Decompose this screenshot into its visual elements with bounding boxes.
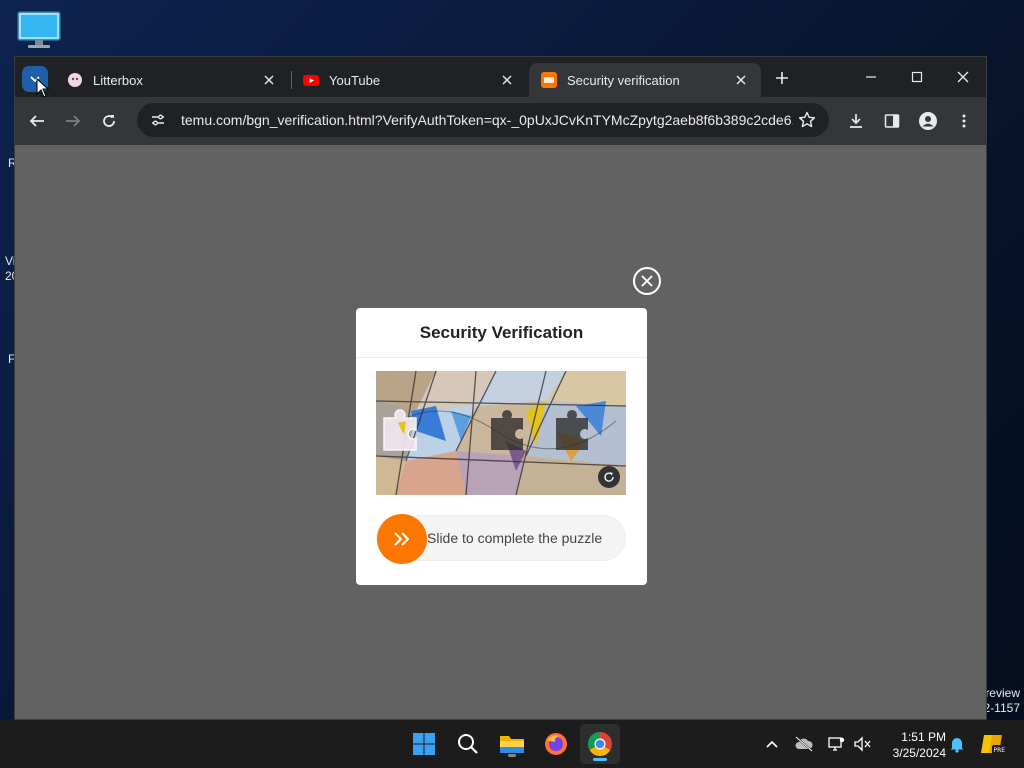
browser-toolbar: temu.com/bgn_verification.html?VerifyAut…	[15, 97, 986, 145]
search-icon	[458, 734, 478, 754]
url-text: temu.com/bgn_verification.html?VerifyAut…	[181, 112, 793, 128]
puzzle-slider[interactable]: Slide to complete the puzzle	[376, 514, 626, 564]
network-tray-button[interactable]	[826, 734, 846, 754]
temu-favicon	[541, 72, 557, 88]
close-tab-icon[interactable]	[261, 72, 277, 88]
litterbox-favicon	[67, 72, 83, 88]
maximize-button[interactable]	[897, 63, 937, 91]
downloads-button[interactable]	[842, 107, 870, 135]
system-clock[interactable]: 1:51 PM 3/25/2024	[880, 729, 946, 761]
tab-title: YouTube	[329, 72, 381, 88]
copilot-pre-icon: PRE	[981, 735, 1006, 754]
profile-icon	[919, 112, 937, 130]
site-info-icon[interactable]	[147, 109, 169, 131]
windows-start-icon	[413, 733, 435, 755]
youtube-favicon	[303, 72, 319, 88]
tab-strip: Litterbox YouTube Security verification	[15, 57, 986, 97]
side-panel-icon	[884, 114, 900, 128]
close-tab-icon[interactable]	[733, 72, 749, 88]
new-tab-button[interactable]	[771, 67, 793, 89]
watermark-line: 2-1157	[983, 701, 1020, 715]
maximize-icon	[911, 71, 923, 83]
tab-title: Security verification	[567, 72, 680, 88]
address-bar[interactable]: temu.com/bgn_verification.html?VerifyAut…	[137, 103, 829, 137]
mouse-cursor-icon	[36, 78, 50, 98]
running-indicator	[508, 754, 516, 757]
chrome-button[interactable]	[580, 724, 620, 764]
cloud-off-icon	[795, 736, 813, 752]
clock-date: 3/25/2024	[892, 746, 946, 760]
minimize-icon	[866, 76, 876, 78]
close-window-button[interactable]	[943, 63, 983, 91]
active-indicator	[593, 758, 607, 761]
volume-muted-icon	[854, 736, 871, 752]
refresh-icon	[604, 472, 614, 482]
search-button[interactable]	[452, 728, 484, 760]
svg-text:PRE: PRE	[994, 747, 1006, 754]
page-content: Security Verification Slide to complete …	[15, 145, 986, 719]
bell-icon	[950, 738, 964, 753]
this-pc-desktop-icon[interactable]	[16, 10, 62, 50]
arrow-right-icon	[66, 115, 81, 127]
watermark-line: review	[985, 686, 1020, 700]
start-button[interactable]	[408, 728, 440, 760]
network-icon	[828, 737, 845, 751]
show-hidden-icons-button[interactable]	[762, 734, 782, 754]
firefox-icon	[545, 733, 567, 755]
double-chevron-right-icon	[394, 532, 409, 546]
minimize-button[interactable]	[851, 63, 891, 91]
onedrive-tray-button[interactable]	[794, 734, 814, 754]
chevron-up-icon	[766, 740, 778, 748]
slider-instruction: Slide to complete the puzzle	[427, 530, 603, 546]
tab-litterbox[interactable]: Litterbox	[55, 63, 289, 97]
slider-handle[interactable]	[377, 514, 427, 564]
profile-button[interactable]	[914, 107, 942, 135]
copilot-preview-button[interactable]: PRE	[980, 734, 1006, 754]
modal-close-button[interactable]	[633, 267, 661, 295]
reload-icon	[103, 115, 115, 127]
tab-title: Litterbox	[93, 72, 143, 88]
tab-youtube[interactable]: YouTube	[291, 63, 527, 97]
back-button[interactable]	[23, 107, 51, 135]
notifications-button[interactable]	[947, 734, 967, 754]
dialog-title: Security Verification	[356, 308, 647, 358]
menu-button[interactable]	[950, 107, 978, 135]
side-panel-button[interactable]	[878, 107, 906, 135]
volume-tray-button[interactable]	[852, 734, 872, 754]
firefox-button[interactable]	[540, 728, 572, 760]
taskbar: 1:51 PM 3/25/2024 PRE	[0, 720, 1024, 768]
arrow-left-icon	[29, 115, 44, 127]
more-vert-icon	[962, 114, 966, 128]
close-tab-icon[interactable]	[499, 72, 515, 88]
close-icon	[957, 71, 969, 83]
bookmark-star-icon[interactable]	[797, 110, 817, 130]
file-explorer-icon	[500, 736, 524, 753]
tab-security-verification[interactable]: Security verification	[529, 63, 761, 97]
chrome-icon	[587, 732, 612, 757]
forward-button[interactable]	[59, 107, 87, 135]
clock-time: 1:51 PM	[901, 730, 946, 744]
download-icon	[850, 114, 862, 128]
browser-window: Litterbox YouTube Security verification	[14, 56, 987, 720]
reload-button[interactable]	[95, 107, 123, 135]
close-icon	[641, 275, 653, 287]
plus-icon	[776, 72, 788, 84]
puzzle-image	[376, 371, 626, 495]
refresh-puzzle-button[interactable]	[598, 466, 620, 488]
file-explorer-button[interactable]	[496, 728, 528, 760]
security-verification-dialog: Security Verification Slide to complete …	[356, 308, 647, 585]
